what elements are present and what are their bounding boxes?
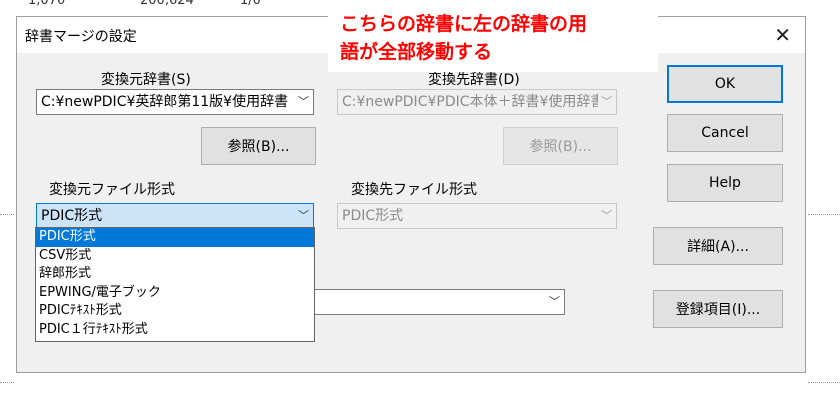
dest-format-select: PDIC形式 ﹀ bbox=[337, 203, 617, 229]
source-format-label: 変換元ファイル形式 bbox=[49, 182, 175, 198]
dest-dict-label: 変換先辞書(D) bbox=[428, 72, 520, 88]
register-items-button[interactable]: 登録項目(I)... bbox=[653, 290, 783, 328]
source-format-select[interactable]: PDIC形式 ﹀ bbox=[36, 203, 314, 229]
chevron-down-icon: ﹀ bbox=[295, 90, 309, 114]
chevron-down-icon: ﹀ bbox=[598, 204, 612, 228]
chevron-down-icon: ﹀ bbox=[295, 204, 309, 228]
ok-button[interactable]: OK bbox=[667, 65, 783, 103]
source-format-value: PDIC形式 bbox=[41, 208, 103, 224]
dest-dict-value: C:¥newPDIC¥PDIC本体＋辞書¥使用辞書 bbox=[342, 94, 605, 110]
bg-gridline bbox=[0, 214, 14, 215]
format-option-pdic-text[interactable]: PDICﾃｷｽﾄ形式 bbox=[36, 302, 314, 321]
source-dict-select[interactable]: C:¥newPDIC¥英辞郎第11版¥使用辞書 ﹀ bbox=[36, 89, 314, 115]
annotation-line-1: こちらの辞書に左の辞書の用 bbox=[340, 13, 588, 35]
bg-cell: 200,624 bbox=[140, 0, 194, 8]
bg-gridline bbox=[808, 382, 840, 383]
source-dict-value: C:¥newPDIC¥英辞郎第11版¥使用辞書 bbox=[41, 94, 289, 110]
help-button[interactable]: Help bbox=[667, 164, 783, 202]
dest-format-label: 変換先ファイル形式 bbox=[351, 182, 477, 198]
bg-cell: 1,070 bbox=[28, 0, 66, 8]
source-browse-button[interactable]: 参照(B)... bbox=[201, 127, 316, 165]
dialog-title: 辞書マージの設定 bbox=[25, 29, 137, 45]
dest-browse-button: 参照(B)... bbox=[503, 127, 618, 165]
annotation-callout: こちらの辞書に左の辞書の用 語が全部移動する bbox=[328, 10, 658, 72]
chevron-down-icon: ﹀ bbox=[546, 290, 560, 314]
close-icon[interactable]: ✕ bbox=[774, 23, 791, 47]
chevron-down-icon: ﹀ bbox=[598, 90, 612, 114]
bg-gridline bbox=[0, 382, 14, 383]
detail-button[interactable]: 詳細(A)... bbox=[653, 227, 783, 265]
annotation-line-2: 語が全部移動する bbox=[340, 41, 493, 63]
format-option-pdic-oneline-text[interactable]: PDIC１行ﾃｷｽﾄ形式 bbox=[36, 321, 314, 340]
dest-dict-select: C:¥newPDIC¥PDIC本体＋辞書¥使用辞書 ﹀ bbox=[337, 89, 617, 115]
cancel-button[interactable]: Cancel bbox=[667, 114, 783, 152]
bg-gridline bbox=[808, 214, 840, 215]
source-dict-label: 変換元辞書(S) bbox=[101, 72, 191, 88]
format-option-csv[interactable]: CSV形式 bbox=[36, 247, 314, 266]
format-dropdown-list: PDIC形式 CSV形式 辞郎形式 EPWING/電子ブック PDICﾃｷｽﾄ形… bbox=[35, 227, 315, 342]
format-option-epwing[interactable]: EPWING/電子ブック bbox=[36, 284, 314, 303]
bg-cell: 1/0 bbox=[240, 0, 261, 8]
dest-format-value: PDIC形式 bbox=[342, 208, 404, 224]
format-option-pdic[interactable]: PDIC形式 bbox=[36, 228, 314, 247]
format-option-jiro[interactable]: 辞郎形式 bbox=[36, 265, 314, 284]
